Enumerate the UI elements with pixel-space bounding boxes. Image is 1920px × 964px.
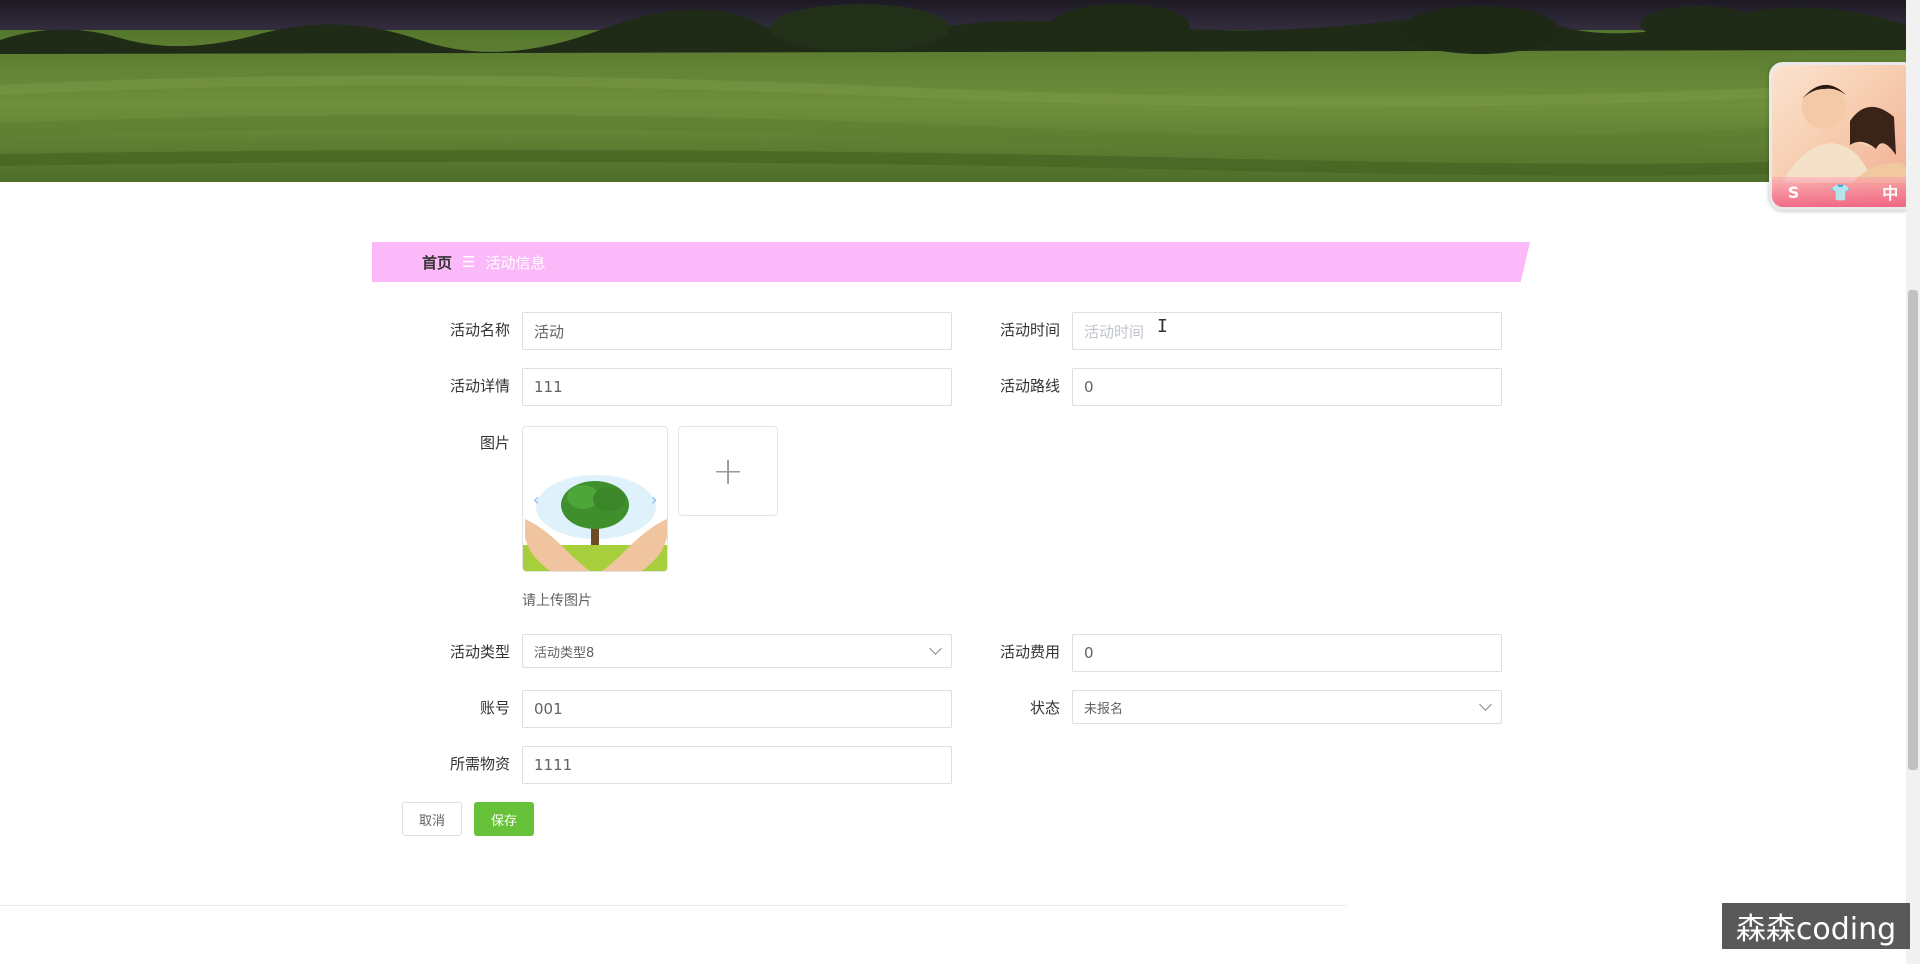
- cancel-button[interactable]: 取消: [402, 802, 462, 836]
- chevron-down-icon: [1479, 698, 1492, 711]
- breadcrumb-current: 活动信息: [485, 253, 546, 272]
- activity-route-input[interactable]: 0: [1072, 368, 1502, 406]
- activity-type-value: 活动类型8: [534, 645, 595, 661]
- materials-input[interactable]: 1111: [522, 746, 952, 784]
- upload-add-button[interactable]: +: [678, 426, 778, 516]
- plus-icon: +: [712, 449, 744, 493]
- uploaded-image[interactable]: ‹ ›: [522, 426, 668, 572]
- grassland-image: [0, 0, 1920, 182]
- status-label: 状态: [1029, 699, 1060, 717]
- svg-text:‹: ‹: [533, 490, 539, 509]
- breadcrumb-separator-icon: ☰: [462, 253, 476, 271]
- couple-photo: [1782, 84, 1914, 183]
- activity-time-label: 活动时间: [999, 321, 1060, 339]
- svg-text:›: ›: [651, 490, 657, 509]
- activity-type-label: 活动类型: [449, 643, 510, 661]
- avatar-toolbar-item[interactable]: 中: [1882, 180, 1898, 204]
- account-label: 账号: [479, 699, 510, 717]
- avatar-toolbar-item[interactable]: S: [1788, 183, 1800, 202]
- activity-detail-label: 活动详情: [449, 377, 510, 395]
- avatar-widget[interactable]: S 👕 中: [1769, 62, 1917, 210]
- avatar-toolbar-item[interactable]: 👕: [1831, 183, 1851, 202]
- watermark: 森森coding: [1722, 903, 1910, 949]
- tree-hands-image: ‹ ›: [523, 427, 667, 571]
- account-input[interactable]: 001: [522, 690, 952, 728]
- text-cursor-icon: I: [1157, 316, 1168, 337]
- activity-name-input[interactable]: 活动: [522, 312, 952, 350]
- header-banner: [0, 0, 1920, 182]
- activity-type-select[interactable]: 活动类型8: [522, 634, 952, 668]
- materials-label: 所需物资: [449, 755, 510, 773]
- image-label: 图片: [479, 434, 510, 452]
- scrollbar-track[interactable]: [1906, 0, 1920, 964]
- avatar-toolbar: S 👕 中: [1772, 177, 1914, 207]
- breadcrumb-home[interactable]: 首页: [422, 252, 452, 273]
- activity-name-label: 活动名称: [449, 321, 510, 339]
- status-select[interactable]: 未报名: [1072, 690, 1502, 724]
- activity-detail-input[interactable]: 111: [522, 368, 952, 406]
- save-button[interactable]: 保存: [474, 802, 534, 836]
- footer-divider: [0, 905, 1346, 906]
- status-value: 未报名: [1084, 701, 1124, 717]
- activity-route-label: 活动路线: [999, 377, 1060, 395]
- activity-time-input[interactable]: 活动时间: [1072, 312, 1502, 350]
- activity-fee-input[interactable]: 0: [1072, 634, 1502, 672]
- upload-hint: 请上传图片: [522, 593, 592, 609]
- scrollbar-thumb[interactable]: [1908, 290, 1918, 770]
- activity-fee-label: 活动费用: [999, 643, 1060, 661]
- breadcrumb: 首页 ☰ 活动信息: [372, 242, 1530, 282]
